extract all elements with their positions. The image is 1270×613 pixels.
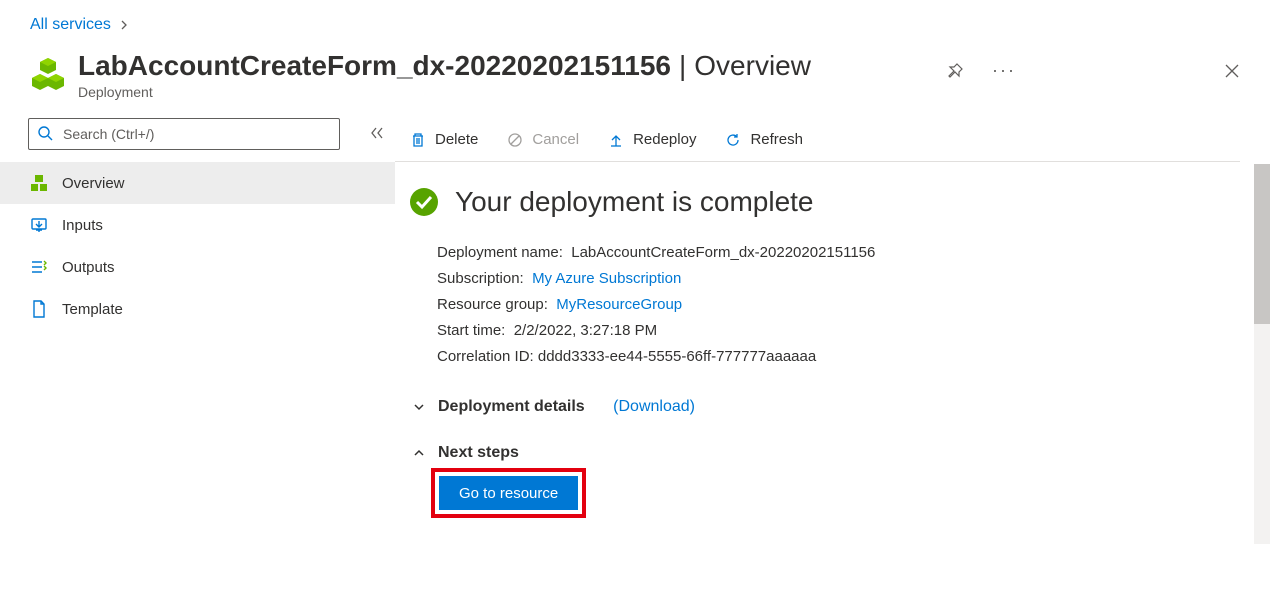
sidebar-item-inputs[interactable]: Inputs <box>0 204 395 246</box>
deployment-cubes-icon <box>30 56 66 92</box>
cubes-icon <box>30 174 48 192</box>
cancel-button: Cancel <box>506 131 579 149</box>
sidebar-nav: Overview Inputs Outputs Template <box>0 162 395 330</box>
main-content: Delete Cancel Redeploy Refresh <box>395 118 1270 510</box>
tool-label: Refresh <box>750 131 803 148</box>
page-title: LabAccountCreateForm_dx-20220202151156 |… <box>78 50 934 82</box>
success-check-icon <box>409 187 439 217</box>
scrollbar-thumb[interactable] <box>1254 164 1270 324</box>
sidebar-item-overview[interactable]: Overview <box>0 162 395 204</box>
tool-label: Redeploy <box>633 131 696 148</box>
go-to-resource-button[interactable]: Go to resource <box>439 476 578 510</box>
sidebar-item-label: Template <box>62 301 123 318</box>
sidebar-item-label: Outputs <box>62 259 115 276</box>
title-separator: | <box>679 50 686 82</box>
start-time-label: Start time: <box>437 322 505 339</box>
redeploy-icon <box>607 131 625 149</box>
sidebar-item-label: Overview <box>62 175 125 192</box>
deployment-details: Deployment name: LabAccountCreateForm_dx… <box>409 240 1240 370</box>
chevron-right-icon <box>119 17 129 33</box>
search-input[interactable] <box>61 125 331 143</box>
section-title: Next steps <box>438 444 519 462</box>
search-box[interactable] <box>28 118 340 150</box>
trash-icon <box>409 131 427 149</box>
sidebar-item-label: Inputs <box>62 217 103 234</box>
subscription-link[interactable]: My Azure Subscription <box>532 270 681 287</box>
close-icon[interactable] <box>1224 63 1240 79</box>
section-name: Overview <box>694 50 811 82</box>
more-icon[interactable]: ··· <box>992 60 1016 81</box>
collapse-sidebar-icon[interactable] <box>370 126 384 143</box>
search-icon <box>37 125 53 144</box>
subscription-label: Subscription: <box>437 270 524 287</box>
template-icon <box>30 300 48 318</box>
start-time-value: 2/2/2022, 3:27:18 PM <box>514 322 657 339</box>
deployment-details-section[interactable]: Deployment details (Download) <box>409 398 1240 416</box>
delete-button[interactable]: Delete <box>409 131 478 149</box>
download-link[interactable]: (Download) <box>613 398 695 416</box>
resource-group-link[interactable]: MyResourceGroup <box>556 296 682 313</box>
status-header: Your deployment is complete <box>409 186 1240 218</box>
resource-group-label: Resource group: <box>437 296 548 313</box>
sidebar: Overview Inputs Outputs Template <box>0 118 395 510</box>
pin-icon[interactable] <box>946 62 964 80</box>
correlation-id-label: Correlation ID: <box>437 348 534 365</box>
correlation-id-value: dddd3333-ee44-5555-66ff-777777aaaaaa <box>538 348 816 365</box>
tool-label: Cancel <box>532 131 579 148</box>
sidebar-item-outputs[interactable]: Outputs <box>0 246 395 288</box>
section-title: Deployment details <box>438 398 585 416</box>
chevron-down-icon <box>412 400 426 414</box>
page-subtitle: Deployment <box>78 84 934 100</box>
redeploy-button[interactable]: Redeploy <box>607 131 696 149</box>
sidebar-item-template[interactable]: Template <box>0 288 395 330</box>
breadcrumb: All services <box>0 0 1270 42</box>
deployment-name-value: LabAccountCreateForm_dx-20220202151156 <box>571 244 875 261</box>
deployment-name-label: Deployment name: <box>437 244 563 261</box>
scrollbar[interactable] <box>1254 164 1270 544</box>
outputs-icon <box>30 258 48 276</box>
status-title: Your deployment is complete <box>455 186 814 218</box>
tool-label: Delete <box>435 131 478 148</box>
page-header: LabAccountCreateForm_dx-20220202151156 |… <box>0 42 1270 118</box>
refresh-icon <box>724 131 742 149</box>
cancel-icon <box>506 131 524 149</box>
breadcrumb-all-services[interactable]: All services <box>30 16 111 34</box>
toolbar: Delete Cancel Redeploy Refresh <box>395 118 1240 162</box>
inputs-icon <box>30 216 48 234</box>
resource-name: LabAccountCreateForm_dx-20220202151156 <box>78 50 671 82</box>
next-steps-section[interactable]: Next steps <box>409 444 1240 462</box>
chevron-up-icon <box>412 446 426 460</box>
refresh-button[interactable]: Refresh <box>724 131 803 149</box>
